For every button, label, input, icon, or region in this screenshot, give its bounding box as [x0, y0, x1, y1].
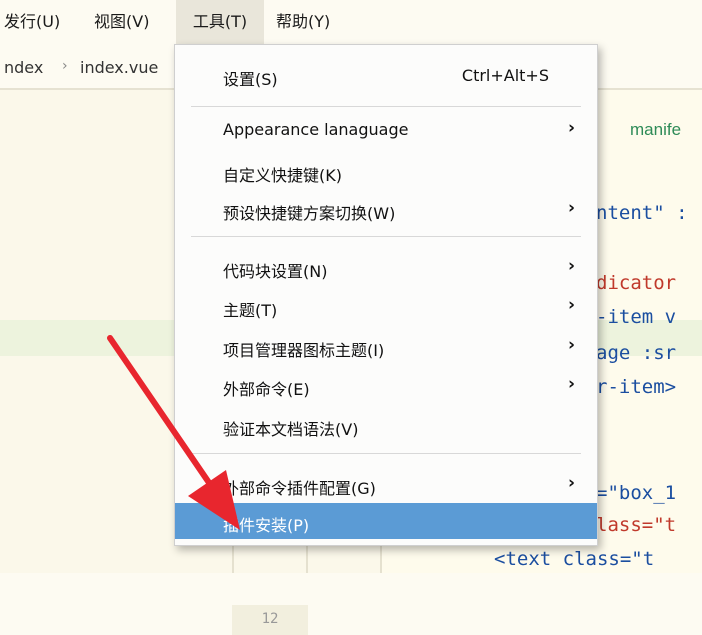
- code-line[interactable]: r-item>: [596, 376, 676, 398]
- menu-separator: [191, 106, 581, 107]
- menu-item-label: 自定义快捷键(K): [223, 166, 342, 185]
- menu-separator: [191, 236, 581, 237]
- menu-help[interactable]: 帮助(Y): [276, 0, 330, 44]
- chevron-right-icon: ›: [567, 295, 575, 315]
- menu-item-snippet-settings[interactable]: 代码块设置(N) ›: [175, 249, 597, 285]
- menu-bar: 发行(U) 视图(V) 工具(T) 帮助(Y): [0, 0, 702, 44]
- menu-item-custom-shortcuts[interactable]: 自定义快捷键(K): [175, 153, 597, 189]
- chevron-right-icon: ›: [567, 473, 575, 493]
- code-line[interactable]: -item v: [596, 306, 676, 328]
- menu-item-external-commands[interactable]: 外部命令(E) ›: [175, 367, 597, 403]
- code-line[interactable]: ntent" :: [596, 202, 688, 224]
- menu-item-plugin-install[interactable]: 插件安装(P): [175, 503, 597, 539]
- chevron-right-icon: ›: [567, 374, 575, 394]
- menu-separator: [191, 453, 581, 454]
- chevron-right-icon: ›: [567, 198, 575, 218]
- menu-item-label: 项目管理器图标主题(I): [223, 341, 385, 360]
- menu-item-label: 外部命令插件配置(G): [223, 479, 376, 498]
- chevron-right-icon: ›: [567, 118, 575, 138]
- breadcrumb-item-file[interactable]: index.vue: [80, 58, 158, 77]
- menu-view[interactable]: 视图(V): [94, 0, 149, 44]
- shortcut-label: Ctrl+Alt+S: [461, 66, 549, 85]
- menu-item-label: 插件安装(P): [223, 516, 310, 535]
- code-line[interactable]: dicator: [596, 272, 676, 294]
- code-line[interactable]: manife: [630, 118, 681, 140]
- menu-item-label: 代码块设置(N): [223, 262, 328, 281]
- code-line[interactable]: age :sr: [596, 342, 676, 364]
- breadcrumb-item-folder[interactable]: ndex: [4, 58, 43, 77]
- menu-item-label: 验证本文档语法(V): [223, 420, 359, 439]
- menu-item-label: 主题(T): [223, 301, 278, 320]
- line-number: 12: [261, 611, 279, 627]
- menu-item-appearance-language[interactable]: Appearance lanaguage ›: [175, 111, 597, 147]
- code-line[interactable]: ="box_1: [596, 482, 676, 504]
- menu-item-preset-shortcut-scheme[interactable]: 预设快捷键方案切换(W) ›: [175, 191, 597, 227]
- menu-item-validate-syntax[interactable]: 验证本文档语法(V): [175, 407, 597, 443]
- tools-dropdown-menu: 设置(S) Ctrl+Alt+S Appearance lanaguage › …: [174, 44, 598, 546]
- menu-item-settings[interactable]: 设置(S) Ctrl+Alt+S: [175, 57, 597, 93]
- menu-item-label: Appearance lanaguage: [223, 120, 409, 139]
- menu-tools[interactable]: 工具(T): [176, 0, 264, 44]
- menu-publish[interactable]: 发行(U): [4, 0, 60, 44]
- menu-item-theme[interactable]: 主题(T) ›: [175, 288, 597, 324]
- menu-item-label: 设置(S): [223, 70, 278, 89]
- menu-item-label: 外部命令(E): [223, 380, 310, 399]
- breadcrumb-separator: ›: [62, 58, 68, 74]
- code-line[interactable]: lass="t: [596, 514, 676, 536]
- menu-item-external-command-plugin-config[interactable]: 外部命令插件配置(G) ›: [175, 466, 597, 502]
- chevron-right-icon: ›: [567, 256, 575, 276]
- chevron-right-icon: ›: [567, 335, 575, 355]
- code-line[interactable]: <text class="t: [494, 548, 654, 570]
- menu-item-label: 预设快捷键方案切换(W): [223, 204, 396, 223]
- menu-item-project-icon-theme[interactable]: 项目管理器图标主题(I) ›: [175, 328, 597, 364]
